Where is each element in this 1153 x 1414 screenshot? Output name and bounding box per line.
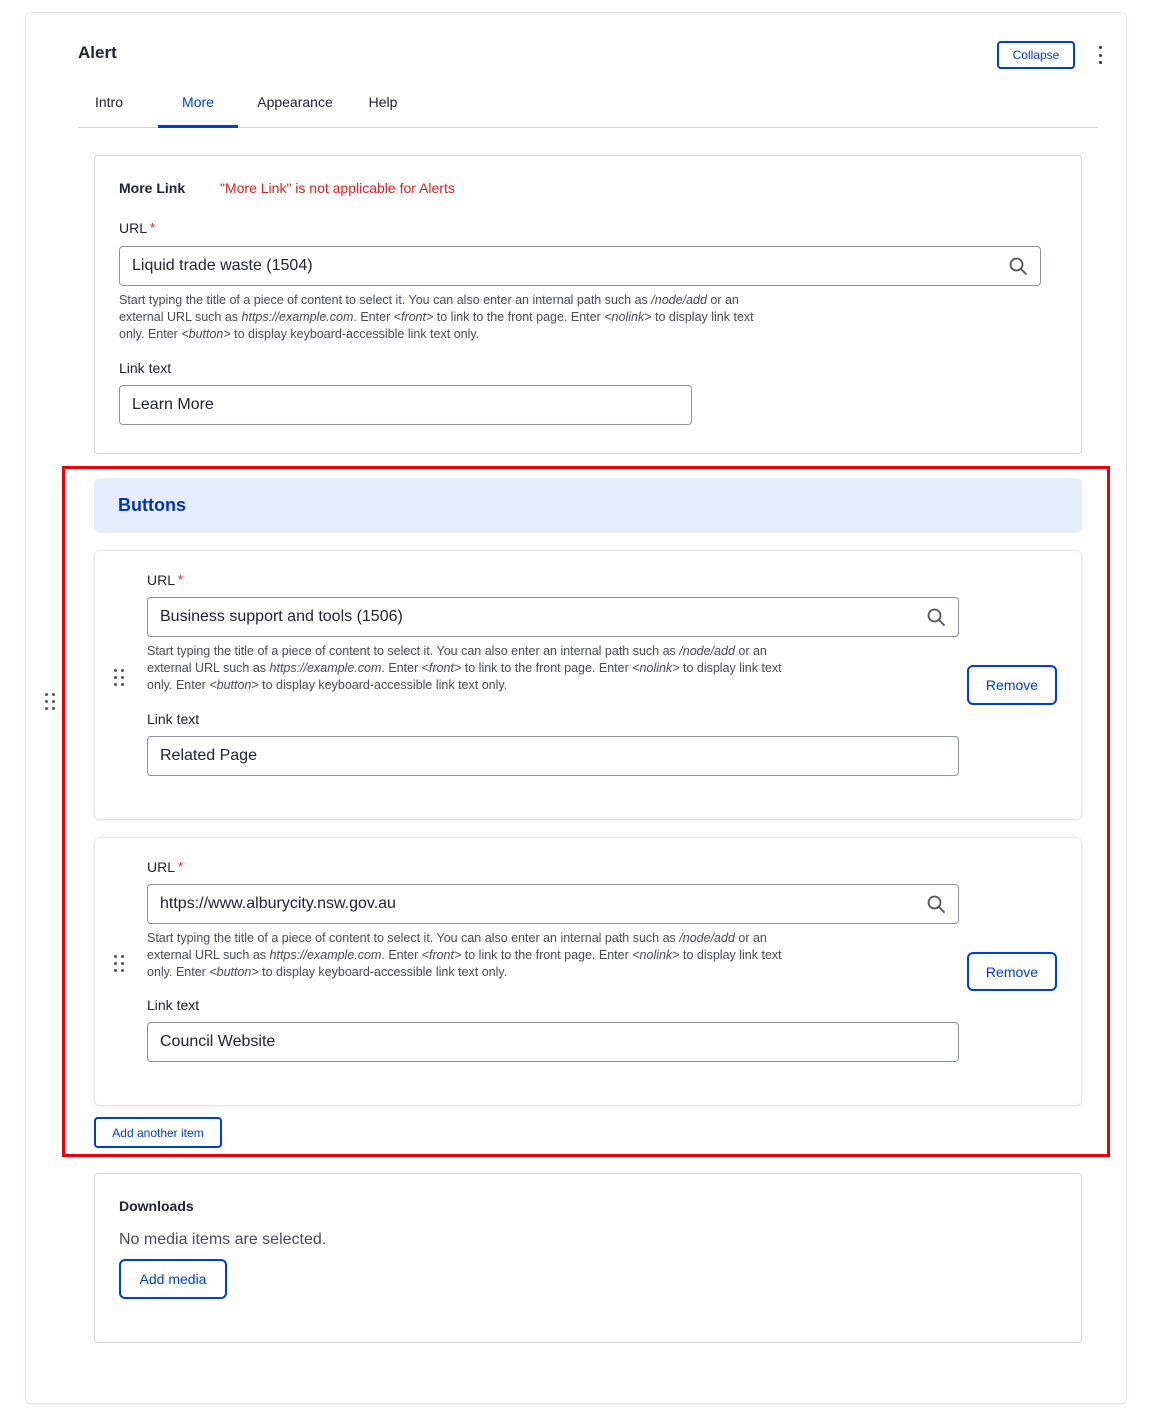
- button-2-url-help: Start typing the title of a piece of con…: [147, 931, 782, 979]
- link-text-input-value: Related Page: [160, 747, 257, 764]
- url-input-value: Business support and tools (1506): [160, 608, 403, 625]
- tab-intro[interactable]: Intro: [78, 82, 140, 128]
- tab-more[interactable]: More: [158, 82, 238, 128]
- button-2-url-input[interactable]: https://www.alburycity.nsw.gov.au: [147, 884, 959, 924]
- search-icon: [1009, 257, 1027, 275]
- tab-help[interactable]: Help: [358, 82, 408, 128]
- link-text-input-value: Council Website: [160, 1033, 276, 1050]
- button-2-url-label: URL *: [147, 859, 184, 875]
- button-1-url-label: URL *: [147, 572, 184, 588]
- button-2-link-text-label: Link text: [147, 997, 200, 1013]
- remove-button[interactable]: Remove: [967, 952, 1057, 991]
- more-link-url-help: Start typing the title of a piece of con…: [119, 293, 754, 341]
- url-input-value: Liquid trade waste (1504): [132, 257, 313, 274]
- more-link-label: More Link: [119, 180, 186, 196]
- search-icon: [927, 608, 945, 626]
- paragraph-title: Alert: [78, 43, 117, 62]
- url-input-value: https://www.alburycity.nsw.gov.au: [160, 895, 396, 912]
- more-link-warning: "More Link" is not applicable for Alerts: [220, 180, 455, 196]
- link-text-input-value: Learn More: [132, 396, 214, 413]
- more-link-url-input[interactable]: Liquid trade waste (1504): [119, 246, 1041, 286]
- required-marker: *: [178, 859, 184, 874]
- button-2-link-text-input[interactable]: Council Website: [147, 1022, 959, 1062]
- drag-handle-icon[interactable]: [114, 955, 124, 973]
- button-1-link-text-input[interactable]: Related Page: [147, 736, 959, 776]
- more-link-text-input[interactable]: Learn More: [119, 385, 692, 425]
- drag-handle-icon[interactable]: [45, 693, 55, 711]
- add-another-item-button[interactable]: Add another item: [94, 1117, 222, 1148]
- more-vertical-icon[interactable]: [1092, 44, 1108, 66]
- search-icon: [927, 895, 945, 913]
- more-link-text-label: Link text: [119, 360, 172, 376]
- button-1-url-input[interactable]: Business support and tools (1506): [147, 597, 959, 637]
- button-1-link-text-label: Link text: [147, 711, 200, 727]
- button-1-url-help: Start typing the title of a piece of con…: [147, 644, 782, 692]
- downloads-panel: [94, 1173, 1082, 1343]
- buttons-section-header: Buttons: [94, 478, 1082, 533]
- tab-appearance[interactable]: Appearance: [246, 82, 344, 128]
- remove-button[interactable]: Remove: [967, 665, 1057, 705]
- tab-bar: Intro More Appearance Help: [78, 82, 1098, 128]
- no-media-text: No media items are selected.: [119, 1231, 327, 1248]
- required-marker: *: [150, 220, 156, 235]
- collapse-button[interactable]: Collapse: [997, 41, 1075, 69]
- drag-handle-icon[interactable]: [114, 669, 124, 687]
- required-marker: *: [178, 572, 184, 587]
- more-link-url-label: URL *: [119, 220, 156, 236]
- downloads-label: Downloads: [119, 1198, 194, 1214]
- add-media-button[interactable]: Add media: [119, 1259, 227, 1299]
